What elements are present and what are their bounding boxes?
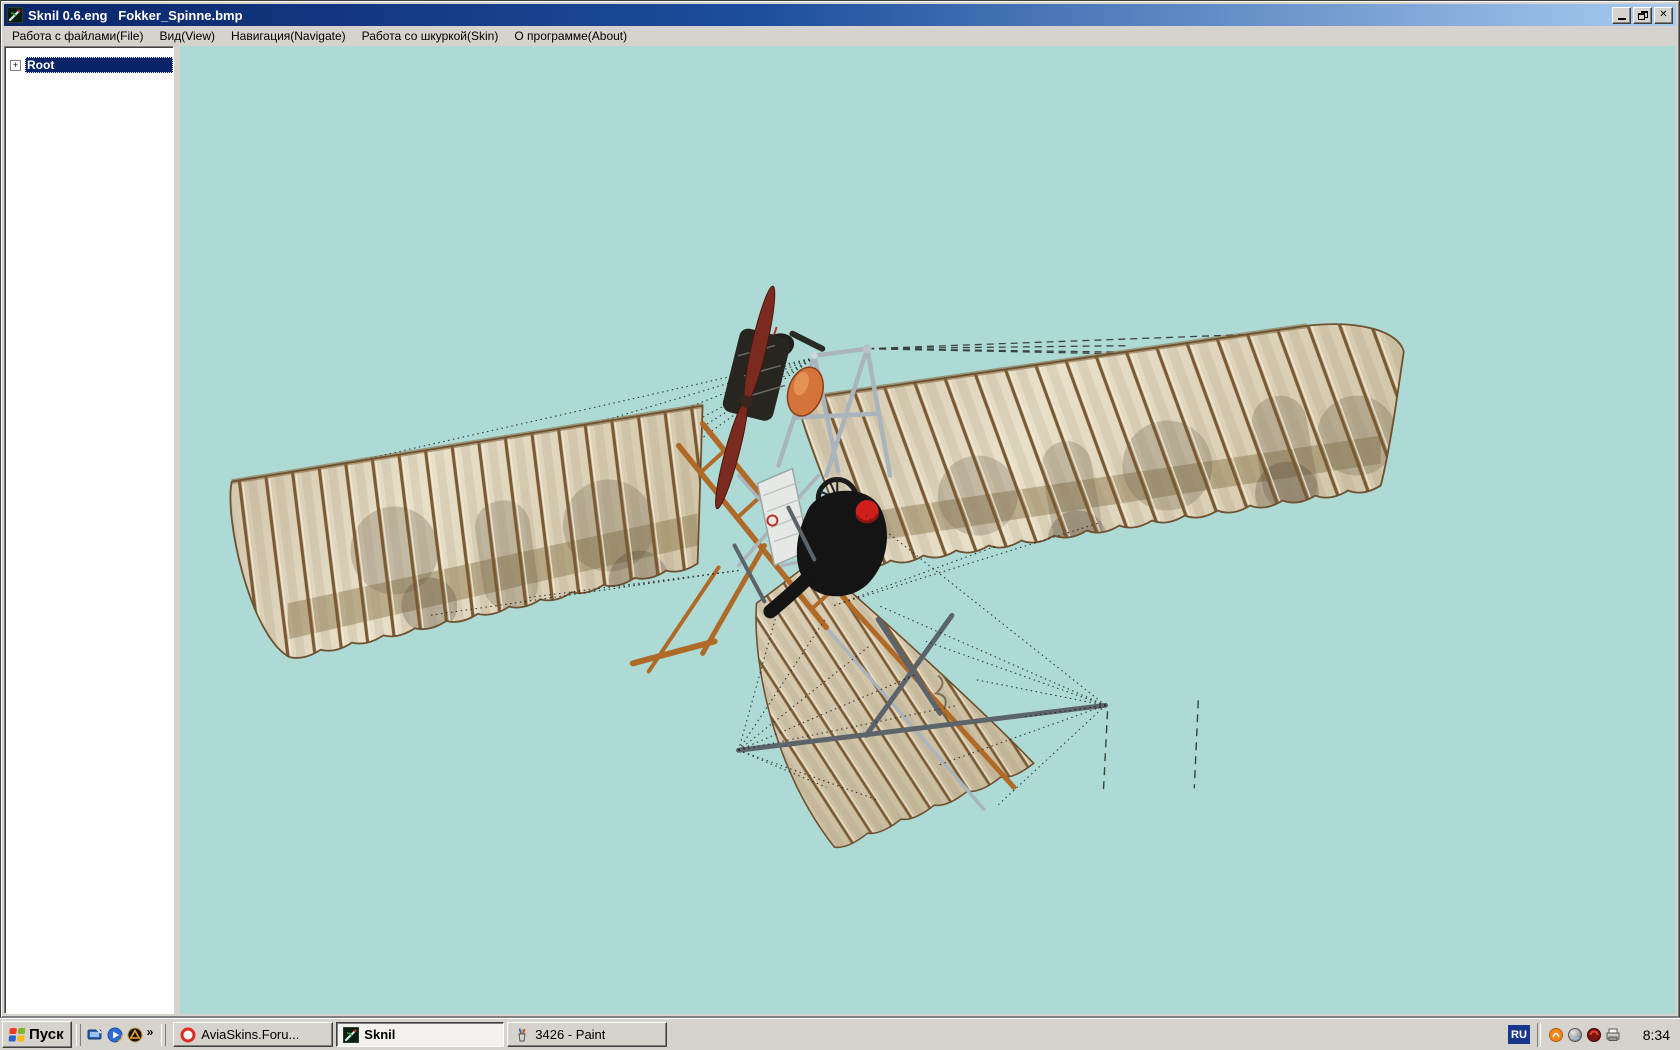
task-button-sknil[interactable]: Sknil	[336, 1022, 505, 1047]
start-button[interactable]: Пуск	[2, 1021, 72, 1048]
tail-control-wires	[1102, 700, 1199, 790]
quick-launch-overflow-button[interactable]: »	[145, 1025, 158, 1045]
pylon-cap	[810, 352, 818, 360]
menu-skin[interactable]: Работа со шкуркой(Skin)	[354, 26, 507, 46]
close-icon: ✕	[1659, 9, 1668, 20]
app-window: Sknil 0.6.eng Fokker_Spinne.bmp ✕ Работа…	[0, 0, 1680, 1018]
menu-about[interactable]: О программе(About)	[506, 26, 635, 46]
task-label: AviaSkins.Foru...	[201, 1027, 300, 1042]
language-indicator[interactable]: RU	[1508, 1025, 1530, 1044]
tree-expand-button[interactable]: +	[10, 59, 21, 71]
taskbar-clock[interactable]: 8:34	[1622, 1027, 1680, 1043]
start-label: Пуск	[29, 1026, 64, 1043]
right-wing	[795, 323, 1405, 569]
content-area: + Root	[4, 46, 1676, 1014]
amber-triangle-app-icon[interactable]	[125, 1024, 145, 1046]
printer-tray-icon[interactable]	[1603, 1025, 1622, 1044]
task-button-aviaskins[interactable]: AviaSkins.Foru...	[173, 1022, 334, 1047]
toolbar-grip[interactable]	[75, 1023, 81, 1046]
tree-row-root: + Root	[5, 56, 173, 74]
close-button[interactable]: ✕	[1654, 6, 1673, 24]
tree-node-root[interactable]: Root	[25, 57, 173, 73]
menu-file[interactable]: Работа с файлами(File)	[4, 26, 151, 46]
toolbar-grip[interactable]	[161, 1023, 167, 1046]
paint-icon	[518, 1027, 526, 1041]
tree-panel: + Root	[4, 46, 174, 1014]
volume-tray-icon[interactable]	[1565, 1025, 1584, 1044]
red-app-tray-icon[interactable]	[1584, 1025, 1603, 1044]
opera-icon	[180, 1027, 196, 1042]
aircraft-3d-render	[229, 285, 1405, 849]
show-desktop-icon[interactable]	[85, 1024, 105, 1046]
system-tray: RU 8:34	[1508, 1019, 1680, 1050]
media-player-icon[interactable]	[105, 1024, 125, 1046]
window-title: Sknil 0.6.eng Fokker_Spinne.bmp	[28, 7, 243, 23]
minimize-button[interactable]	[1612, 6, 1631, 24]
menu-navigate[interactable]: Навигация(Navigate)	[223, 26, 354, 46]
menubar: Работа с файлами(File) Вид(View) Навигац…	[4, 26, 1676, 46]
task-label: Sknil	[364, 1027, 396, 1042]
task-button-paint[interactable]: 3426 - Paint	[507, 1022, 668, 1047]
tray-divider	[1537, 1022, 1541, 1047]
sknil-icon	[343, 1026, 360, 1043]
antivirus-tray-icon[interactable]	[1546, 1025, 1565, 1044]
windows-flag-icon	[8, 1027, 25, 1041]
left-wing	[229, 403, 704, 659]
restore-button[interactable]	[1633, 6, 1652, 24]
minimize-icon	[1617, 17, 1626, 20]
restore-icon	[1637, 10, 1648, 20]
model-viewport[interactable]	[180, 46, 1676, 1014]
taskbar: Пуск » AviaSkins.Foru... Sknil 3426 - Pa…	[0, 1018, 1680, 1050]
propeller-hub	[740, 395, 753, 408]
task-label: 3426 - Paint	[535, 1027, 606, 1042]
pylon-cap	[862, 344, 872, 354]
menu-view[interactable]: Вид(View)	[151, 26, 223, 46]
titlebar[interactable]: Sknil 0.6.eng Fokker_Spinne.bmp ✕	[4, 4, 1676, 26]
app-icon	[7, 7, 23, 23]
